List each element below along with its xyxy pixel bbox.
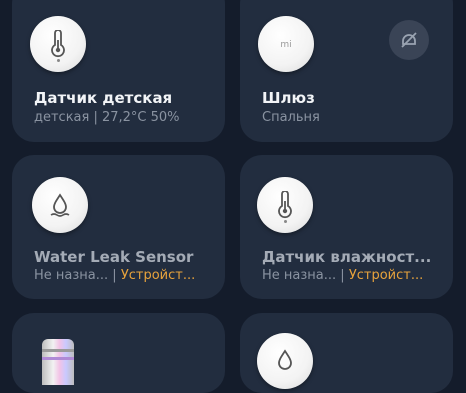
- device-title: Шлюз: [262, 89, 315, 107]
- device-image: [257, 333, 313, 389]
- thermometer-icon: [278, 191, 292, 219]
- device-card-water-leak[interactable]: Water Leak Sensor Не назна... | Устройст…: [12, 155, 225, 299]
- device-image: [30, 16, 86, 72]
- device-image: mi: [258, 16, 314, 72]
- svg-text:mi: mi: [280, 40, 291, 50]
- subtitle-separator: |: [108, 268, 121, 283]
- device-card-humidity-sensor[interactable]: Датчик влажност... Не назна... | Устройс…: [240, 155, 453, 299]
- device-image: [257, 177, 313, 233]
- light-bulb-icon: [42, 339, 74, 385]
- subtitle-separator: |: [336, 268, 349, 283]
- gateway-icon: mi: [280, 40, 291, 50]
- device-title: Датчик детская: [34, 89, 173, 107]
- offline-icon[interactable]: [389, 20, 429, 60]
- device-card-water-sensor[interactable]: [240, 313, 453, 393]
- device-status: Устройст...: [120, 268, 196, 283]
- room-unassigned: Не назна...: [34, 268, 109, 283]
- device-title: Датчик влажност...: [262, 248, 432, 266]
- device-image: [32, 177, 88, 233]
- device-subtitle: Не назна... | Устройст...: [34, 268, 195, 283]
- device-subtitle: детская | 27,2°C 50%: [34, 110, 180, 125]
- device-card-gateway[interactable]: mi Шлюз Спальня: [240, 0, 453, 142]
- thermometer-icon: [51, 30, 65, 58]
- device-subtitle: Не назна... | Устройст...: [262, 268, 423, 283]
- device-card-bulb[interactable]: [12, 313, 225, 393]
- room-unassigned: Не назна...: [262, 268, 337, 283]
- device-subtitle: Спальня: [262, 110, 320, 125]
- device-status: Устройст...: [348, 268, 424, 283]
- device-title: Water Leak Sensor: [34, 248, 194, 266]
- water-drop-icon: [278, 349, 292, 370]
- device-card-nursery-sensor[interactable]: Датчик детская детская | 27,2°C 50%: [12, 0, 225, 142]
- water-drop-icon: [50, 193, 70, 217]
